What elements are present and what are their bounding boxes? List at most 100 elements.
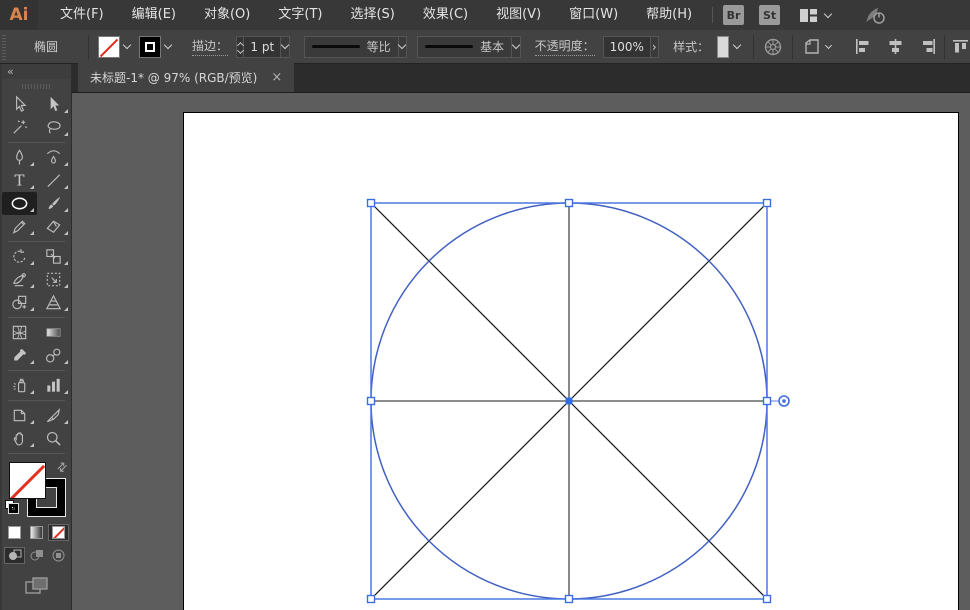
fill-color-swatch[interactable]: [97, 35, 120, 58]
tool-eraser[interactable]: [37, 215, 72, 238]
draw-inside-button[interactable]: [48, 547, 69, 564]
divider: [944, 34, 946, 59]
stroke-weight-dropdown[interactable]: [280, 35, 290, 58]
tool-shaper[interactable]: [2, 215, 37, 238]
tool-perspective-grid[interactable]: [37, 291, 72, 314]
tool-curvature[interactable]: [37, 146, 72, 169]
brush-definition-dropdown[interactable]: 基本: [417, 35, 513, 58]
tool-gradient[interactable]: [37, 321, 72, 344]
tool-column-graph[interactable]: [37, 374, 72, 397]
menu-view[interactable]: 视图(V): [482, 0, 555, 30]
screen-mode-icon: [24, 577, 48, 594]
change-screen-mode-button[interactable]: [2, 576, 71, 596]
tool-selection[interactable]: [2, 93, 37, 116]
align-center-button[interactable]: [886, 37, 905, 56]
tool-symbol-sprayer[interactable]: [2, 374, 37, 397]
graphic-style-swatch[interactable]: [717, 35, 730, 58]
fill-color-dropdown[interactable]: [120, 36, 135, 58]
opacity-input[interactable]: 100%: [602, 35, 651, 58]
menu-effect[interactable]: 效果(C): [409, 0, 482, 30]
opacity-label[interactable]: 不透明度：: [534, 37, 595, 56]
tool-zoom[interactable]: [37, 427, 72, 450]
bridge-button[interactable]: Br: [723, 5, 745, 25]
menu-edit[interactable]: 编辑(E): [118, 0, 190, 30]
recolor-artwork-button[interactable]: [763, 37, 783, 57]
width-profile-dropdown[interactable]: 等比: [303, 35, 399, 58]
align-left-button[interactable]: [853, 37, 872, 56]
collapse-panel-button[interactable]: «: [7, 65, 14, 78]
chevron-down-icon: [123, 40, 132, 50]
align-right-icon: [923, 39, 936, 54]
tool-pen[interactable]: [2, 146, 37, 169]
swap-fill-stroke-button[interactable]: ⇄: [53, 458, 70, 475]
width-profile-chevron[interactable]: [398, 35, 408, 58]
close-icon[interactable]: ×: [271, 71, 282, 84]
handle-bottom-left[interactable]: [366, 594, 376, 604]
handle-bottom-right[interactable]: [762, 594, 772, 604]
color-button[interactable]: [4, 524, 25, 541]
tool-paintbrush[interactable]: [37, 192, 72, 215]
line-segment-icon: [47, 174, 61, 188]
handle-top-left[interactable]: [366, 198, 376, 208]
magic-wand-icon: [13, 120, 27, 134]
document-shape-icon: [805, 38, 819, 54]
document-tab[interactable]: 未标题-1* @ 97% (RGB/预览) ×: [78, 63, 295, 92]
shape-properties-button[interactable]: [802, 37, 833, 57]
stroke-weight-stepper[interactable]: [235, 35, 244, 58]
stroke-weight-input[interactable]: 1 pt: [243, 35, 282, 58]
none-button[interactable]: [48, 524, 69, 541]
tool-eyedropper[interactable]: [2, 344, 37, 367]
divider: [792, 34, 794, 59]
menu-type[interactable]: 文字(T): [264, 0, 336, 30]
tool-line-segment[interactable]: [37, 169, 72, 192]
tool-rotate[interactable]: [2, 245, 37, 268]
tool-scale[interactable]: [37, 245, 72, 268]
tool-artboard[interactable]: [2, 404, 37, 427]
menu-select[interactable]: 选择(S): [336, 0, 408, 30]
tool-lasso[interactable]: [37, 116, 72, 139]
canvas-area[interactable]: [72, 93, 970, 610]
gpu-performance-button[interactable]: [863, 4, 887, 26]
brush-chevron[interactable]: [511, 35, 521, 58]
stock-button[interactable]: St: [759, 5, 781, 25]
tool-hand[interactable]: [2, 427, 37, 450]
tool-group-separator: [8, 400, 65, 401]
fill-proxy[interactable]: [9, 462, 46, 499]
align-right-button[interactable]: [919, 37, 938, 56]
tool-direct-selection[interactable]: [37, 93, 72, 116]
opacity-more-button[interactable]: ›: [650, 35, 660, 58]
center-anchor-point[interactable]: [565, 397, 573, 405]
tool-shape-builder[interactable]: [2, 291, 37, 314]
tool-type[interactable]: T: [2, 169, 37, 192]
stroke-color-dropdown[interactable]: [161, 36, 176, 58]
graphic-style-dropdown[interactable]: [729, 36, 744, 58]
default-fill-stroke-button[interactable]: [5, 500, 19, 514]
stroke-color-swatch[interactable]: [138, 35, 161, 58]
handle-middle-right[interactable]: [762, 396, 772, 406]
tools-panel-grip[interactable]: [21, 84, 52, 89]
handle-top-right[interactable]: [762, 198, 772, 208]
tool-ellipse[interactable]: [2, 192, 37, 215]
align-top-icon: [953, 40, 969, 53]
handle-top-center[interactable]: [564, 198, 574, 208]
handle-bottom-center[interactable]: [564, 594, 574, 604]
tool-blend[interactable]: [37, 344, 72, 367]
align-top-button[interactable]: [951, 37, 970, 56]
menu-window[interactable]: 窗口(W): [555, 0, 632, 30]
stroke-weight-label[interactable]: 描边：: [191, 37, 228, 56]
handle-middle-left[interactable]: [366, 396, 376, 406]
control-bar-grip[interactable]: [2, 33, 6, 60]
draw-behind-button[interactable]: [26, 547, 47, 564]
draw-normal-button[interactable]: [4, 547, 25, 564]
curvature-tool-icon: [47, 150, 61, 164]
tool-free-transform[interactable]: [37, 268, 72, 291]
tool-puppet-warp[interactable]: [2, 268, 37, 291]
tool-magic-wand[interactable]: [2, 116, 37, 139]
menu-file[interactable]: 文件(F): [46, 0, 118, 30]
tool-slice[interactable]: [37, 404, 72, 427]
menu-object[interactable]: 对象(O): [190, 0, 264, 30]
tool-mesh[interactable]: [2, 321, 37, 344]
workspace-switcher[interactable]: [799, 8, 833, 23]
menu-help[interactable]: 帮助(H): [632, 0, 706, 30]
gradient-button[interactable]: [26, 524, 47, 541]
